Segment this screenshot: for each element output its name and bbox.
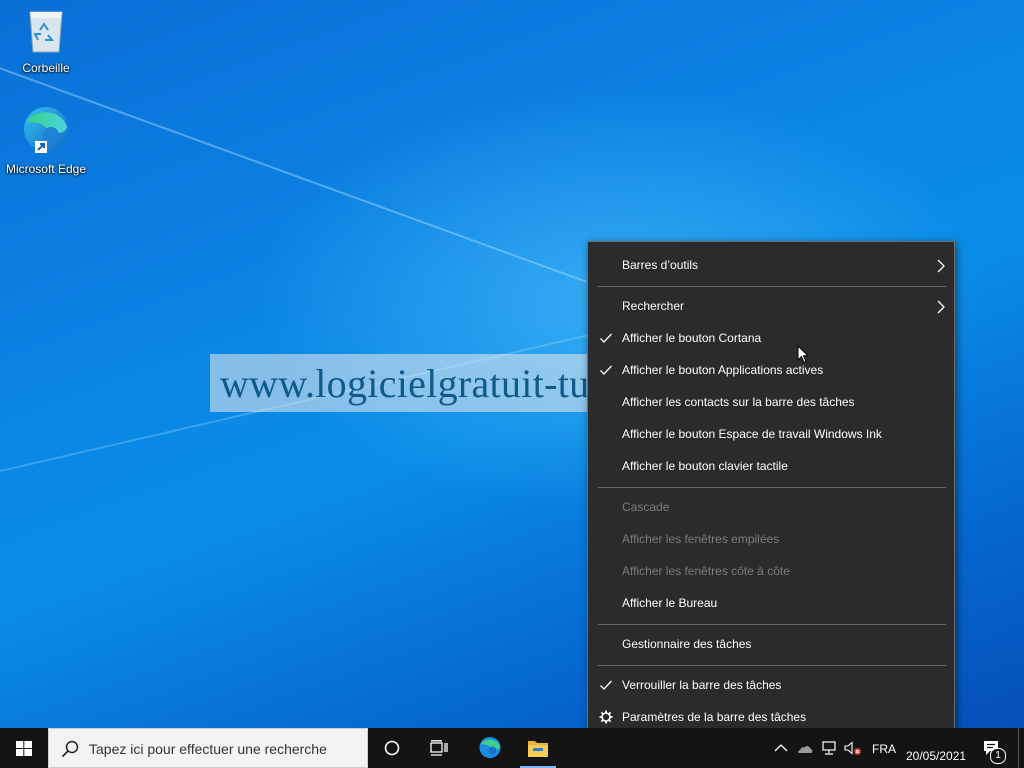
menu-item-stacked: Afficher les fenêtres empilées bbox=[588, 524, 954, 556]
menu-item-label: Afficher les contacts sur la barre des t… bbox=[622, 395, 855, 409]
mouse-cursor-icon bbox=[797, 345, 809, 364]
menu-item-label: Afficher les fenêtres côte à côte bbox=[622, 564, 790, 578]
menu-item-label: Afficher le Bureau bbox=[622, 596, 718, 610]
menu-item-label: Afficher le bouton clavier tactile bbox=[622, 459, 788, 473]
menu-item-show-task-view[interactable]: Afficher le bouton Applications actives bbox=[588, 355, 954, 387]
taskbar-app-edge[interactable] bbox=[468, 728, 512, 768]
menu-separator bbox=[598, 665, 946, 666]
menu-item-label: Verrouiller la barre des tâches bbox=[622, 678, 782, 692]
folder-icon bbox=[528, 741, 548, 757]
task-view-button[interactable] bbox=[418, 728, 462, 768]
cortana-button[interactable] bbox=[370, 728, 414, 768]
edge-icon bbox=[479, 736, 501, 759]
desktop-icon-edge[interactable]: Microsoft Edge bbox=[3, 105, 89, 176]
menu-item-toolbars[interactable]: Barres d’outils bbox=[588, 250, 954, 282]
menu-item-label: Gestionnaire des tâches bbox=[622, 637, 752, 651]
desktop-icon-label: Microsoft Edge bbox=[5, 162, 87, 176]
checkmark-icon bbox=[600, 365, 612, 375]
menu-item-label: Rechercher bbox=[622, 299, 685, 313]
menu-item-label: Afficher les fenêtres empilées bbox=[622, 532, 780, 546]
network-icon[interactable] bbox=[820, 740, 838, 756]
menu-item-task-manager[interactable]: Gestionnaire des tâches bbox=[588, 629, 954, 661]
desktop-icon-label: Corbeille bbox=[22, 61, 70, 75]
menu-item-lock-taskbar[interactable]: Verrouiller la barre des tâches bbox=[588, 670, 954, 702]
search-icon bbox=[61, 740, 79, 758]
menu-item-label: Afficher le bouton Espace de travail Win… bbox=[622, 427, 882, 441]
task-view-icon bbox=[430, 740, 448, 756]
search-placeholder: Tapez ici pour effectuer une recherche bbox=[89, 741, 327, 757]
chevron-right-icon bbox=[937, 300, 945, 314]
checkmark-icon bbox=[600, 333, 612, 343]
menu-item-label: Afficher le bouton Cortana bbox=[622, 331, 762, 345]
menu-separator bbox=[598, 624, 946, 625]
menu-separator bbox=[598, 286, 946, 287]
notification-count-badge: 1 bbox=[990, 748, 1006, 764]
taskbar[interactable]: Tapez ici pour effectuer une recherche F… bbox=[0, 728, 1024, 768]
menu-item-taskbar-settings[interactable]: Paramètres de la barre des tâches bbox=[588, 702, 954, 728]
gear-icon bbox=[599, 710, 613, 724]
menu-item-label: Afficher le bouton Applications actives bbox=[622, 363, 824, 377]
date-text: 20/05/2021 bbox=[906, 749, 967, 763]
checkmark-icon bbox=[600, 680, 612, 690]
action-center-button[interactable]: 1 bbox=[980, 736, 1008, 764]
chevron-right-icon bbox=[937, 259, 945, 273]
menu-item-show-contacts[interactable]: Afficher les contacts sur la barre des t… bbox=[588, 387, 954, 419]
menu-item-label: Paramètres de la barre des tâches bbox=[622, 710, 807, 724]
windows-logo-icon bbox=[16, 741, 32, 756]
desktop[interactable]: Corbeille Microsoft Edge www.logicielgra… bbox=[0, 0, 1024, 728]
menu-item-cascade: Cascade bbox=[588, 492, 954, 524]
clock[interactable]: 20/05/2021 bbox=[906, 728, 966, 768]
cortana-circle-icon bbox=[384, 740, 400, 756]
volume-muted-icon[interactable] bbox=[844, 740, 862, 756]
show-desktop-button[interactable] bbox=[1018, 728, 1024, 768]
taskbar-context-menu: Barres d’outils Rechercher Afficher le b… bbox=[587, 241, 955, 728]
menu-separator bbox=[598, 487, 946, 488]
language-indicator[interactable]: FRA bbox=[872, 742, 896, 756]
menu-item-show-desktop[interactable]: Afficher le Bureau bbox=[588, 588, 954, 620]
taskbar-app-file-explorer[interactable] bbox=[516, 728, 560, 768]
taskbar-search-box[interactable]: Tapez ici pour effectuer une recherche bbox=[48, 728, 368, 768]
desktop-icon-recycle-bin[interactable]: Corbeille bbox=[3, 8, 89, 75]
menu-item-show-cortana[interactable]: Afficher le bouton Cortana bbox=[588, 323, 954, 355]
edge-icon bbox=[24, 107, 68, 153]
menu-item-show-windows-ink[interactable]: Afficher le bouton Espace de travail Win… bbox=[588, 419, 954, 451]
menu-item-show-touch-keyboard[interactable]: Afficher le bouton clavier tactile bbox=[588, 451, 954, 483]
menu-item-label: Barres d’outils bbox=[622, 258, 699, 272]
recycle-bin-icon bbox=[29, 11, 63, 53]
menu-item-label: Cascade bbox=[622, 500, 670, 514]
start-button[interactable] bbox=[0, 728, 48, 768]
menu-item-side-by-side: Afficher les fenêtres côte à côte bbox=[588, 556, 954, 588]
onedrive-cloud-icon[interactable] bbox=[796, 740, 814, 756]
chevron-up-icon[interactable] bbox=[773, 740, 789, 756]
menu-item-search[interactable]: Rechercher bbox=[588, 291, 954, 323]
